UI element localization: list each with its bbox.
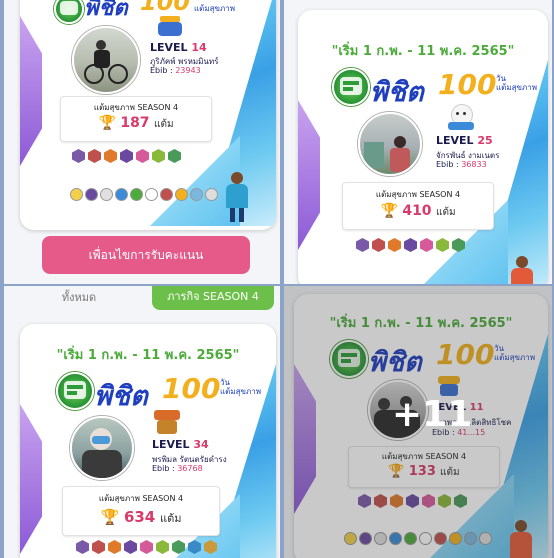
badge-icon	[152, 149, 165, 163]
brand-title: พิชิต	[84, 0, 128, 21]
badge-icon	[124, 540, 137, 554]
score-card-3: "เริ่ม 1 ก.พ. - 11 พ.ค. 2565" พิชิต 100 …	[20, 324, 276, 558]
runner-figure	[224, 172, 250, 222]
badge-icon	[136, 149, 149, 163]
brand-subtitle: วัน แต้มสุขภาพ	[496, 74, 538, 92]
logo-icon	[332, 68, 370, 106]
date-range: "เริ่ม 1 ก.พ. - 11 พ.ค. 2565"	[331, 44, 515, 59]
trophy-icon: 🏆	[100, 508, 120, 526]
brand-subtitle: แต้มสุขภาพ	[194, 4, 236, 13]
photo-tile-4[interactable]: "เริ่ม 1 ก.พ. - 11 พ.ค. 2565" พิชิต 100 …	[284, 286, 552, 558]
score-box: แต้มสุขภาพ SEASON 4 🏆 634 แต้ม	[62, 486, 220, 536]
badge-icon	[92, 540, 105, 554]
season-label: แต้มสุขภาพ SEASON 4	[93, 103, 179, 112]
conditions-button[interactable]: เพื่อนไขการรับคะแนน	[42, 236, 250, 274]
sponsor-logos	[70, 188, 218, 201]
achievement-badges	[72, 149, 181, 163]
badge-icon	[404, 238, 417, 252]
season-label: แต้มสุขภาพ SEASON 4	[98, 494, 184, 503]
achievement-badges	[76, 540, 217, 554]
photo-tile-2[interactable]: "เริ่ม 1 ก.พ. - 11 พ.ค. 2565" พิชิต 100 …	[284, 0, 552, 284]
brand-hundred: 100	[438, 68, 497, 101]
score-value: 🏆 410 แต้ม	[380, 203, 456, 219]
badge-icon	[372, 238, 385, 252]
badge-icon	[436, 238, 449, 252]
ebib-text: Ebib : 36768	[152, 464, 203, 473]
badge-icon	[140, 540, 153, 554]
level-text: LEVEL 25	[436, 134, 493, 147]
level-mascot-icon	[158, 16, 182, 38]
brand-subtitle: วัน แต้มสุขภาพ	[220, 378, 262, 396]
level-text: LEVEL 34	[152, 438, 209, 451]
level-text: LEVEL 14	[150, 41, 207, 54]
badge-icon	[172, 540, 185, 554]
score-box: แต้มสุขภาพ SEASON 4 🏆 410 แต้ม	[342, 182, 494, 230]
level-mascot-icon	[154, 410, 180, 436]
season-label: แต้มสุขภาพ SEASON 4	[375, 190, 461, 199]
score-value: 🏆 634 แต้ม	[100, 508, 182, 526]
brand-title: พิชิต	[370, 77, 424, 108]
badge-icon	[356, 238, 369, 252]
avatar	[358, 112, 422, 176]
brand-title: พิชิต	[94, 381, 148, 412]
runner-figure	[510, 256, 534, 284]
ebib-text: Ebib : 23943	[150, 66, 201, 75]
trophy-icon: 🏆	[380, 203, 398, 219]
achievement-badges	[356, 238, 465, 252]
badge-icon	[104, 149, 117, 163]
badge-icon	[108, 540, 121, 554]
score-value: 🏆 187 แต้ม	[98, 115, 174, 131]
score-box: แต้มสุขภาพ SEASON 4 🏆 187 แต้ม	[60, 96, 212, 142]
avatar	[70, 416, 134, 480]
brand-hundred: 100	[140, 0, 191, 16]
trophy-icon: 🏆	[98, 115, 116, 131]
photo-tile-3[interactable]: ทั้งหมด ภารกิจ SEASON 4 "เริ่ม 1 ก.พ. - …	[4, 286, 280, 558]
badge-icon	[188, 540, 201, 554]
photo-tile-1[interactable]: พิชิต 100 แต้มสุขภาพ LEVEL 14 ภูริภัคพ์ …	[4, 0, 280, 284]
badge-icon	[156, 540, 169, 554]
badge-icon	[420, 238, 433, 252]
badge-icon	[72, 149, 85, 163]
badge-icon	[204, 540, 217, 554]
avatar	[72, 26, 140, 94]
date-range: "เริ่ม 1 ก.พ. - 11 พ.ค. 2565"	[56, 348, 240, 363]
badge-icon	[120, 149, 133, 163]
badge-icon	[76, 540, 89, 554]
logo-icon	[56, 372, 94, 410]
badge-icon	[388, 238, 401, 252]
badge-icon	[88, 149, 101, 163]
tab-season-mission[interactable]: ภารกิจ SEASON 4	[152, 286, 274, 310]
more-photos-count[interactable]: +11	[392, 394, 472, 435]
badge-icon	[168, 149, 181, 163]
tab-all[interactable]: ทั้งหมด	[44, 288, 114, 308]
score-card-2: "เริ่ม 1 ก.พ. - 11 พ.ค. 2565" พิชิต 100 …	[298, 10, 548, 284]
level-mascot-icon	[448, 104, 474, 130]
badge-icon	[452, 238, 465, 252]
score-card-1: พิชิต 100 แต้มสุขภาพ LEVEL 14 ภูริภัคพ์ …	[20, 0, 276, 230]
ebib-text: Ebib : 36833	[436, 160, 487, 169]
brand-hundred: 100	[162, 372, 221, 405]
logo-icon	[54, 0, 84, 24]
